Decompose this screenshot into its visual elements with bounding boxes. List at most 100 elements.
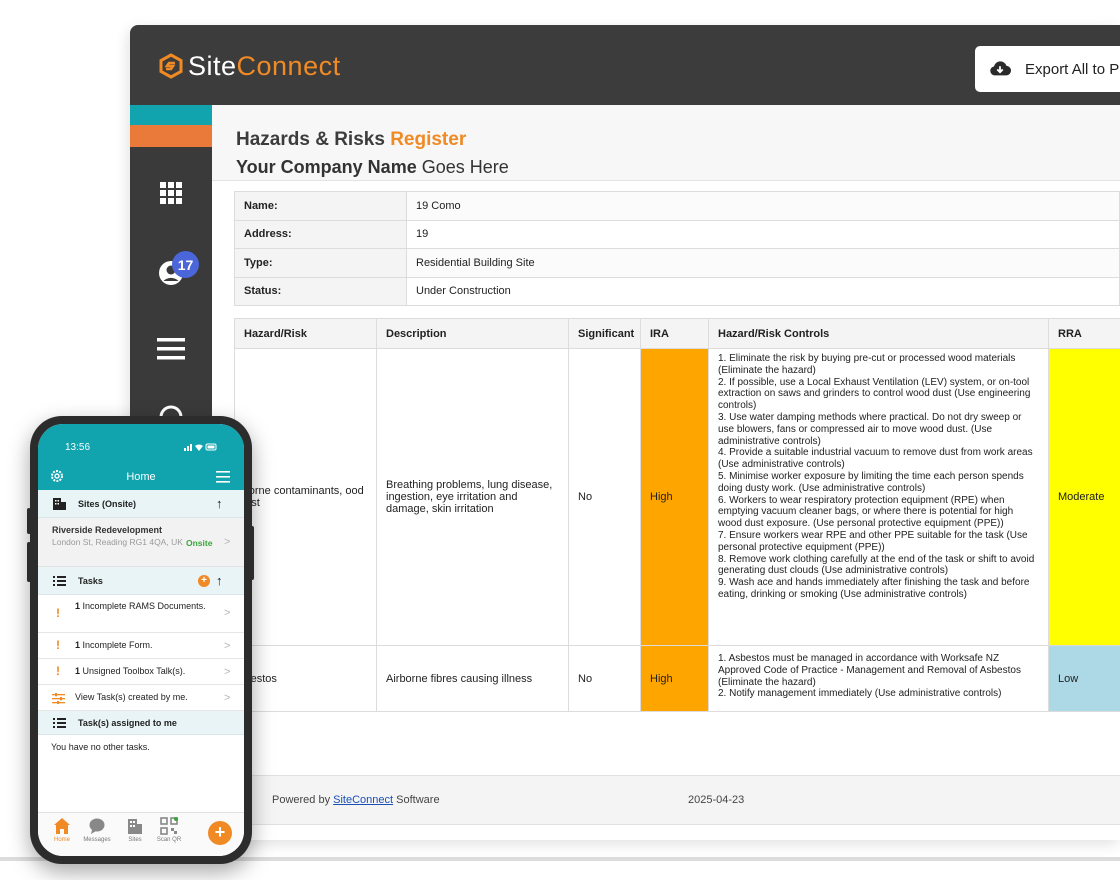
task-count: 1 xyxy=(75,601,81,611)
chevron-right-icon: > xyxy=(224,640,231,652)
logo-text-site: Site xyxy=(188,50,237,81)
arrow-up-icon[interactable]: ↑ xyxy=(216,573,223,588)
report-footer: Powered by SiteConnect Software 2025-04-… xyxy=(234,775,1120,825)
control-item: 1. Eliminate the risk by buying pre-cut … xyxy=(718,353,1016,376)
task-label: Incomplete Form. xyxy=(82,640,153,650)
task-count: 1 xyxy=(75,640,81,650)
col-header-hazard[interactable]: Hazard/Risk xyxy=(234,318,377,349)
table-row: rborne contaminants, ood dust Breathing … xyxy=(234,348,1120,646)
building-icon xyxy=(53,498,66,510)
report-date: 2025-04-23 xyxy=(688,794,745,806)
nav-label: Sites xyxy=(128,837,142,843)
list-icon xyxy=(53,718,66,728)
phone-power-button xyxy=(250,526,254,580)
control-item: 1. Asbestos must be managed in accordanc… xyxy=(718,653,1021,688)
significant-cell: No xyxy=(568,348,641,646)
control-item: 7. Ensure workers wear RPE and other PPE… xyxy=(718,529,1028,553)
controls-cell: 1. Eliminate the risk by buying pre-cut … xyxy=(708,348,1049,646)
info-label: Status: xyxy=(234,276,407,306)
assigned-section-header[interactable]: Task(s) assigned to me xyxy=(38,711,244,735)
site-address: London St, Reading RG1 4QA, UK xyxy=(52,537,183,547)
nav-scan-qr[interactable]: Scan QR xyxy=(152,817,186,843)
control-item: 8. Remove work clothing carefully at the… xyxy=(718,553,1035,577)
arrow-up-icon[interactable]: ↑ xyxy=(216,496,223,511)
hamburger-menu-icon[interactable] xyxy=(216,471,230,483)
info-value: 19 xyxy=(406,219,1120,249)
assigned-section-title: Task(s) assigned to me xyxy=(78,718,177,728)
warning-icon: ! xyxy=(56,664,60,678)
hamburger-menu-icon[interactable] xyxy=(155,333,187,365)
export-label: Export All to P xyxy=(1025,60,1120,78)
info-value: 19 Como xyxy=(406,191,1120,221)
powered-by: Powered by SiteConnect Software xyxy=(272,794,440,806)
list-icon xyxy=(53,576,66,586)
rra-cell: Moderate xyxy=(1048,348,1120,646)
status-bar: 13:56 xyxy=(38,424,244,466)
significant-cell: No xyxy=(568,645,641,712)
task-text: 1 Incomplete RAMS Documents. xyxy=(75,601,213,613)
phone-mockup: 13:56 Home Sites (Onsite) ↑ Riverside Re… xyxy=(27,416,254,864)
task-item[interactable]: ! 1 Unsigned Toolbox Talk(s). > xyxy=(38,659,244,685)
control-item: 9. Wash ace and hands immediately after … xyxy=(718,577,1030,600)
site-status: Onsite xyxy=(186,538,213,548)
siteconnect-logo[interactable]: Site Connect xyxy=(158,50,341,82)
control-item: 2. If possible, use a Local Exhaust Vent… xyxy=(718,376,1031,412)
report-header: Hazards & Risks Register Your Company Na… xyxy=(212,105,1120,181)
nav-sites[interactable]: Sites xyxy=(118,817,152,843)
control-item: 3. Use water damping methods where pract… xyxy=(718,411,1022,447)
task-text: 1 Incomplete Form. xyxy=(75,640,213,652)
tasks-section-header[interactable]: Tasks + ↑ xyxy=(38,567,244,595)
logo-icon xyxy=(159,53,183,79)
building-icon xyxy=(128,819,142,834)
add-task-icon[interactable]: + xyxy=(198,575,210,587)
info-row: Address: 19 xyxy=(234,219,1120,249)
sidebar-accent-orange xyxy=(130,125,212,147)
warning-icon: ! xyxy=(56,638,60,652)
site-list-item[interactable]: Riverside Redevelopment London St, Readi… xyxy=(38,518,244,567)
apps-grid-icon[interactable] xyxy=(155,177,187,209)
report-title-accent: Register xyxy=(390,129,467,150)
export-all-button[interactable]: Export All to P xyxy=(975,46,1120,92)
ira-cell: High xyxy=(640,348,709,646)
controls-cell: 1. Asbestos must be managed in accordanc… xyxy=(708,645,1049,712)
info-row: Name: 19 Como xyxy=(234,191,1120,221)
col-header-ira[interactable]: IRA xyxy=(640,318,709,349)
col-header-controls[interactable]: Hazard/Risk Controls xyxy=(708,318,1049,349)
nav-home[interactable]: Home xyxy=(45,817,79,843)
task-item[interactable]: ! 1 Incomplete Form. > xyxy=(38,633,244,659)
add-fab-button[interactable]: + xyxy=(208,821,232,845)
chevron-right-icon: > xyxy=(224,692,231,704)
sites-section-header[interactable]: Sites (Onsite) ↑ xyxy=(38,490,244,518)
company-name: Your Company Name Goes Here xyxy=(236,157,509,178)
filter-sliders-icon xyxy=(52,693,65,704)
info-row: Status: Under Construction xyxy=(234,276,1120,306)
notification-badge: 17 xyxy=(172,251,199,278)
col-header-rra[interactable]: RRA xyxy=(1048,318,1120,349)
nav-messages[interactable]: Messages xyxy=(80,817,114,843)
tasks-section-title: Tasks xyxy=(78,576,103,586)
view-tasks-item[interactable]: View Task(s) created by me. > xyxy=(38,685,244,711)
task-count: 1 xyxy=(75,666,81,676)
task-item[interactable]: ! 1 Incomplete RAMS Documents. > xyxy=(38,595,244,633)
logo-text-connect: Connect xyxy=(236,50,341,81)
site-name: Riverside Redevelopment xyxy=(52,525,163,535)
no-tasks-message: You have no other tasks. xyxy=(51,742,150,752)
app-header: Home xyxy=(38,466,244,490)
header-title: Home xyxy=(126,471,156,483)
task-label: Incomplete RAMS Documents. xyxy=(82,601,206,611)
task-label: Unsigned Toolbox Talk(s). xyxy=(82,666,186,676)
col-header-description[interactable]: Description xyxy=(376,318,569,349)
hazards-table: Hazard/Risk Description Significant IRA … xyxy=(234,318,1120,712)
report-title: Hazards & Risks Register xyxy=(236,129,466,151)
control-item: 4. Provide a suitable industrial vacuum … xyxy=(718,447,1033,471)
chevron-right-icon: > xyxy=(224,666,231,678)
chat-bubble-icon xyxy=(89,818,105,834)
col-header-significant[interactable]: Significant xyxy=(568,318,641,349)
siteconnect-link[interactable]: SiteConnect xyxy=(333,794,393,806)
company-name-rest: Goes Here xyxy=(421,157,509,177)
ira-cell: High xyxy=(640,645,709,712)
powered-prefix: Powered by xyxy=(272,794,331,806)
signal-wifi-battery-icon xyxy=(184,442,218,454)
info-row: Type: Residential Building Site xyxy=(234,248,1120,278)
description-cell: Airborne fibres causing illness xyxy=(376,645,569,712)
